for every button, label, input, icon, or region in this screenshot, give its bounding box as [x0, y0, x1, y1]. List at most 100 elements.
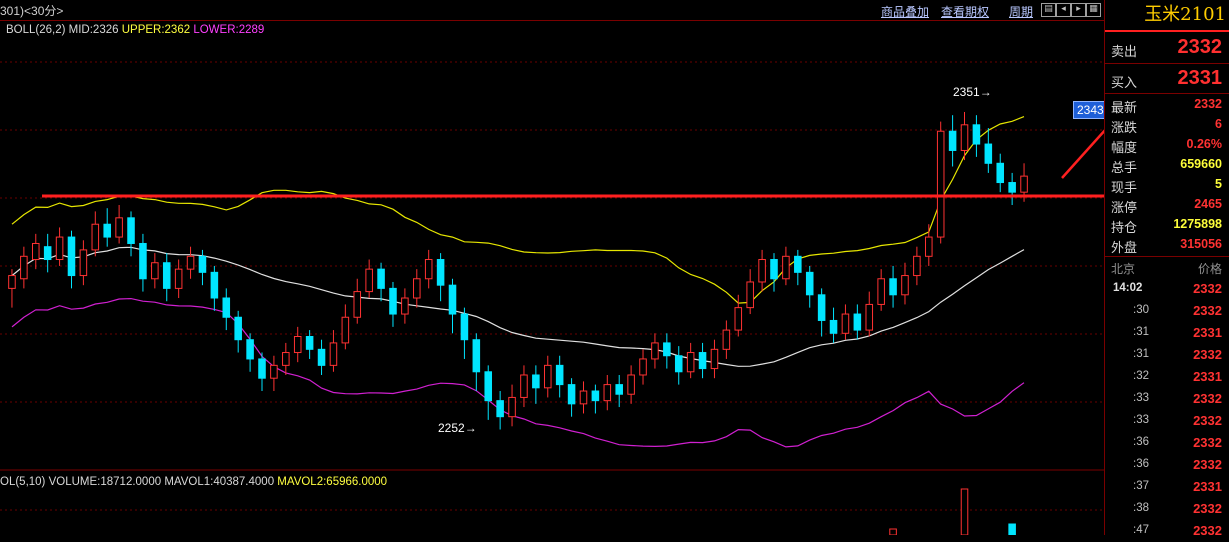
stat-row: 涨跌 6 — [1105, 114, 1229, 135]
tick-price: 2331 — [1193, 325, 1222, 340]
tick-row: 14:02 2332 — [1105, 278, 1229, 300]
candle — [472, 333, 481, 392]
bid-row: 买入 2331 — [1105, 64, 1229, 94]
tick-time: :38 — [1133, 502, 1149, 514]
tick-price: 2332 — [1193, 501, 1222, 516]
stat-label: 外盘 — [1111, 240, 1138, 255]
tick-row: :31 2331 — [1105, 322, 1229, 344]
tick-row: :38 2332 — [1105, 498, 1229, 520]
candle — [603, 374, 612, 411]
candle — [210, 265, 219, 311]
candle — [889, 265, 897, 308]
ask-row: 卖出 2332 — [1105, 33, 1229, 63]
candle — [103, 208, 111, 247]
boll-name: BOLL(26,2) — [6, 24, 66, 36]
stat-row: 持仓 1275898 — [1105, 214, 1229, 235]
stat-row: 涨停 2465 — [1105, 194, 1229, 215]
bid-price: 2331 — [1177, 67, 1223, 89]
vol-name: OL(5,10) — [0, 476, 46, 488]
candle — [436, 253, 445, 302]
candle — [460, 307, 469, 359]
tick-price: 2332 — [1193, 413, 1222, 428]
stat-row: 现手 5 — [1105, 174, 1229, 195]
candle — [984, 128, 993, 173]
candle — [794, 249, 802, 286]
current-price-tag: 2343 — [1073, 101, 1108, 119]
chart-header: 301)<30分> 商品叠加 查看期权 周期 ▤ ◂ ▸ ▦ — [0, 0, 1104, 21]
candle — [805, 265, 814, 308]
candle — [865, 291, 874, 337]
candle — [8, 269, 16, 308]
candle — [996, 153, 1005, 193]
tick-row: :47 2332 — [1105, 520, 1229, 542]
candle — [543, 355, 552, 398]
tick-row: :33 2332 — [1105, 410, 1229, 432]
candle — [162, 253, 171, 302]
candle — [151, 253, 159, 289]
grid-icon[interactable]: ▦ — [1086, 3, 1101, 17]
tick-time: :47 — [1133, 524, 1149, 536]
ask-price: 2332 — [1177, 36, 1223, 58]
menu-period[interactable]: 周期 — [1009, 3, 1033, 20]
tick-time: :31 — [1133, 326, 1149, 338]
candle — [639, 349, 647, 385]
menu-view-options[interactable]: 查看期权 — [941, 3, 989, 20]
stat-value: 5 — [1215, 177, 1222, 191]
stat-value: 1275898 — [1173, 217, 1222, 231]
candle — [817, 288, 826, 337]
volume-bar — [960, 488, 969, 535]
candle — [567, 378, 576, 417]
candle — [901, 262, 909, 305]
candlesticks — [8, 111, 1028, 430]
candle — [246, 333, 254, 372]
candle — [936, 121, 945, 244]
candle — [413, 269, 421, 308]
candle — [710, 339, 719, 379]
candle — [401, 288, 409, 324]
candle — [627, 365, 635, 404]
candle — [758, 249, 766, 292]
candle — [555, 355, 564, 398]
candle — [913, 246, 921, 286]
volume-bar — [889, 528, 897, 535]
candle — [663, 333, 671, 369]
tick-price: 2331 — [1193, 369, 1222, 384]
candle — [353, 278, 362, 324]
candle — [293, 326, 302, 363]
stat-row: 外盘 315056 — [1105, 234, 1229, 255]
tick-price: 2332 — [1193, 435, 1222, 450]
kline-chart[interactable] — [0, 0, 1104, 535]
tick-price: 2332 — [1193, 281, 1222, 296]
candle — [31, 233, 40, 270]
candle — [925, 224, 933, 266]
low-annotation: 2252→ — [438, 421, 477, 435]
candle — [424, 249, 433, 289]
bid-label: 买入 — [1111, 75, 1138, 90]
candle — [91, 211, 100, 257]
chart-icon[interactable]: ▤ — [1041, 3, 1056, 17]
ticks-header-price: 价格 — [1197, 262, 1222, 276]
candle — [782, 246, 790, 286]
candle — [448, 278, 457, 334]
candle — [591, 384, 600, 414]
candle — [341, 304, 350, 350]
candle — [365, 259, 373, 299]
high-annotation: 2351→ — [953, 85, 992, 99]
stat-value: 0.26% — [1186, 137, 1222, 151]
menu-product-overlay[interactable]: 商品叠加 — [881, 3, 929, 20]
candle — [484, 365, 493, 420]
candle — [282, 342, 290, 375]
candle — [186, 246, 195, 279]
prev-icon[interactable]: ◂ — [1056, 3, 1071, 17]
candle — [686, 342, 695, 379]
kline-chart-area[interactable]: 301)<30分> 商品叠加 查看期权 周期 ▤ ◂ ▸ ▦ BOLL(26,2… — [0, 0, 1108, 535]
candle — [722, 320, 731, 359]
candle — [377, 262, 385, 302]
tick-price: 2332 — [1193, 303, 1222, 318]
stat-value: 2465 — [1194, 197, 1222, 211]
next-icon[interactable]: ▸ — [1071, 3, 1086, 17]
tick-row: :31 2332 — [1105, 344, 1229, 366]
tick-row: :37 2331 — [1105, 476, 1229, 498]
tick-price: 2332 — [1193, 457, 1222, 472]
candle — [20, 246, 28, 289]
